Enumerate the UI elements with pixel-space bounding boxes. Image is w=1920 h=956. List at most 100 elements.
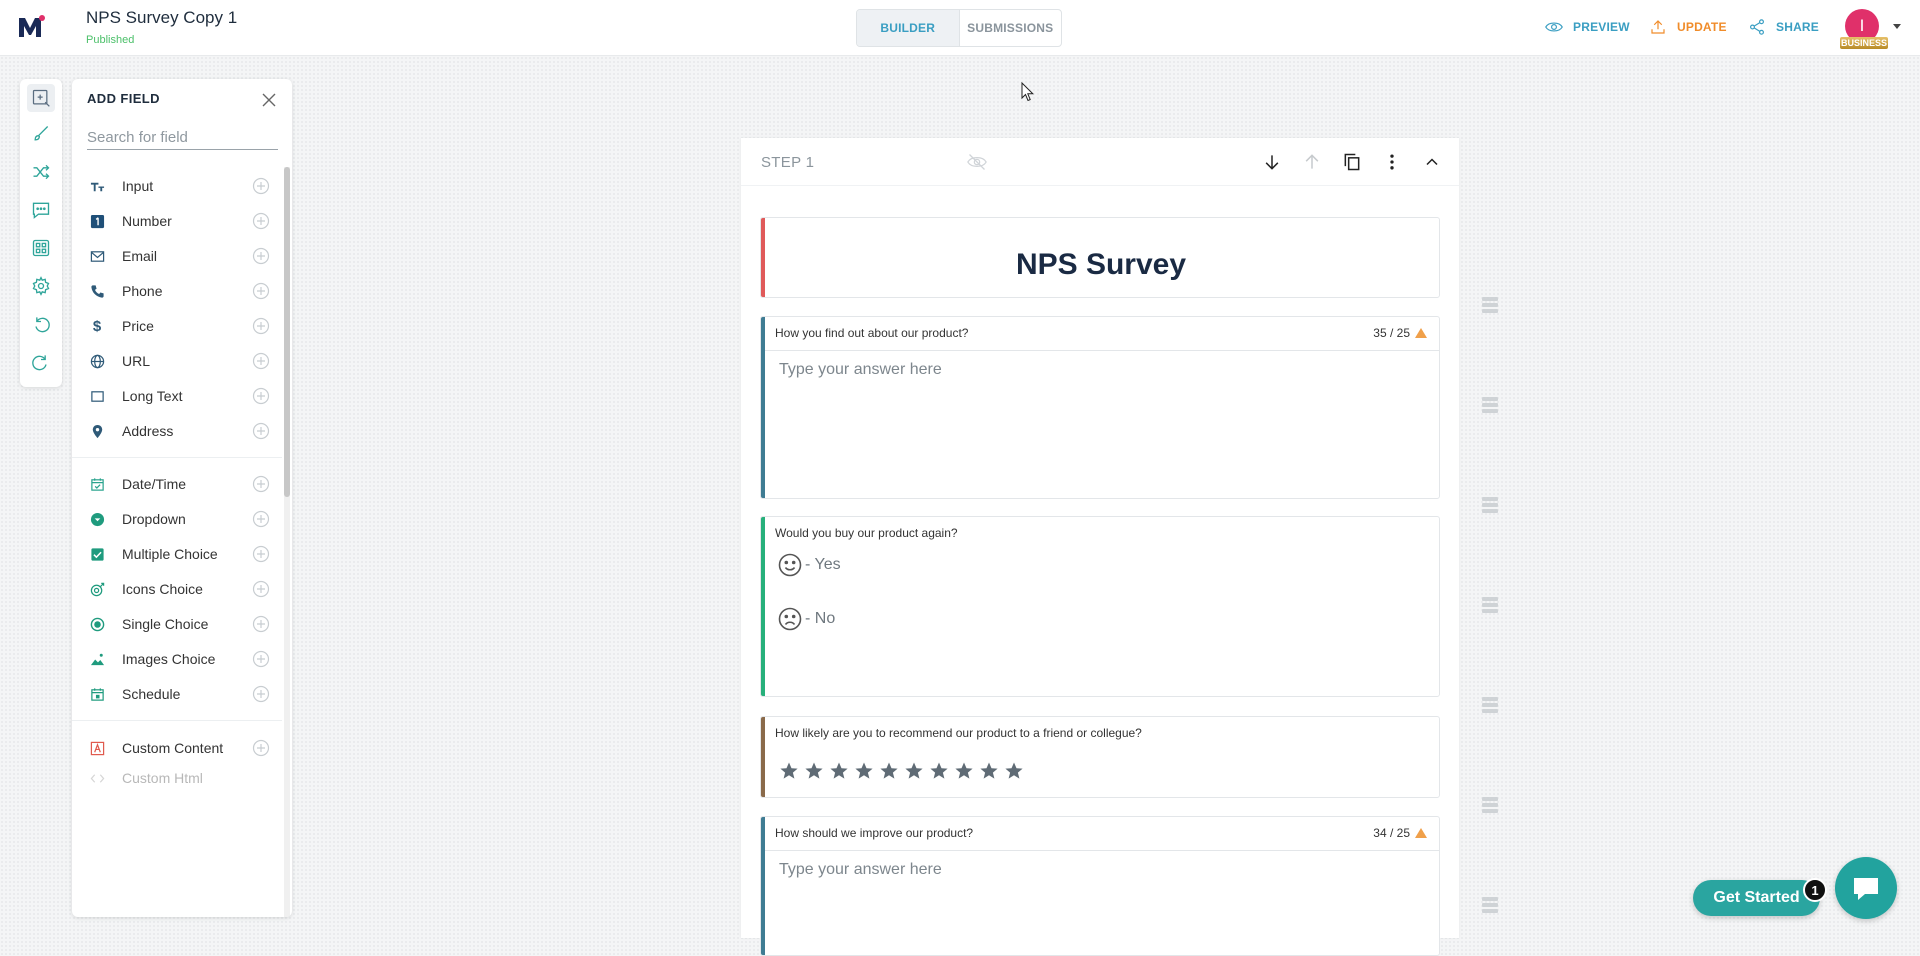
question-card[interactable]: How should we improve our product? 34 / … [760, 816, 1440, 956]
field-label: Address [122, 423, 174, 439]
plus-circle-icon[interactable] [252, 685, 270, 703]
field-item-url[interactable]: URL [72, 346, 282, 376]
plus-circle-icon[interactable] [252, 317, 270, 335]
field-item-custom-html[interactable]: Custom Html [72, 763, 282, 793]
field-item-date-time[interactable]: Date/Time [72, 469, 282, 499]
update-button[interactable]: UPDATE [1649, 18, 1727, 36]
field-item-images-choice[interactable]: Images Choice [72, 644, 282, 674]
field-item-phone[interactable]: Phone [72, 276, 282, 306]
plus-circle-icon[interactable] [252, 580, 270, 598]
add-field-panel: ADD FIELD Input Number Email Phone $ Pri… [72, 79, 292, 917]
plus-circle-icon[interactable] [252, 545, 270, 563]
star-icon[interactable] [954, 761, 974, 781]
drag-handle-icon[interactable] [1482, 396, 1498, 414]
star-icon[interactable] [804, 761, 824, 781]
tab-builder[interactable]: BUILDER [857, 10, 960, 46]
drag-handle-icon[interactable] [1482, 896, 1498, 914]
close-icon[interactable] [262, 93, 276, 107]
redo-button[interactable] [29, 350, 53, 374]
choice-option[interactable]: - No [777, 606, 835, 632]
field-item-price[interactable]: $ Price [72, 311, 282, 341]
plus-circle-icon[interactable] [252, 739, 270, 757]
logic-button[interactable] [29, 160, 53, 184]
field-item-long-text[interactable]: Long Text [72, 381, 282, 411]
share-button[interactable]: SHARE [1748, 18, 1819, 36]
star-rating[interactable] [779, 761, 1024, 781]
plus-circle-icon[interactable] [252, 247, 270, 265]
design-button[interactable] [29, 122, 53, 146]
tool-rail [20, 79, 62, 387]
move-step-down-button[interactable] [1261, 151, 1283, 173]
field-item-icons-choice[interactable]: Icons Choice [72, 574, 282, 604]
move-step-up-button[interactable] [1301, 151, 1323, 173]
app-logo[interactable] [16, 12, 46, 42]
drag-handle-icon[interactable] [1482, 296, 1498, 314]
chat-launcher-button[interactable] [1835, 857, 1897, 919]
step-more-button[interactable] [1381, 151, 1403, 173]
grid-icon [32, 239, 50, 257]
tab-submissions[interactable]: SUBMISSIONS [960, 10, 1062, 46]
integrations-button[interactable] [29, 236, 53, 260]
question-card[interactable]: Would you buy our product again? - Yes -… [760, 516, 1440, 697]
field-item-number[interactable]: Number [72, 206, 282, 236]
preview-button[interactable]: PREVIEW [1545, 18, 1630, 36]
settings-button[interactable] [29, 274, 53, 298]
field-item-multiple-choice[interactable]: Multiple Choice [72, 539, 282, 569]
plus-circle-icon[interactable] [252, 510, 270, 528]
choice-option[interactable]: - Yes [777, 552, 841, 578]
plus-circle-icon[interactable] [252, 422, 270, 440]
star-icon[interactable] [929, 761, 949, 781]
star-icon[interactable] [904, 761, 924, 781]
messages-button[interactable] [29, 198, 53, 222]
star-icon[interactable] [979, 761, 999, 781]
star-icon[interactable] [829, 761, 849, 781]
drag-handle-icon[interactable] [1482, 696, 1498, 714]
field-item-schedule[interactable]: Schedule [72, 679, 282, 709]
undo-button[interactable] [29, 312, 53, 336]
drag-handle-icon[interactable] [1482, 496, 1498, 514]
star-icon[interactable] [779, 761, 799, 781]
chat-bubble-icon [1854, 878, 1878, 900]
duplicate-step-button[interactable] [1341, 151, 1363, 173]
plus-circle-icon[interactable] [252, 615, 270, 633]
field-item-email[interactable]: Email [72, 241, 282, 271]
field-item-dropdown[interactable]: Dropdown [72, 504, 282, 534]
divider [72, 457, 282, 458]
account-menu-chevron-down-icon[interactable] [1893, 24, 1901, 29]
star-icon[interactable] [854, 761, 874, 781]
code-icon [89, 770, 105, 786]
plus-circle-icon[interactable] [252, 387, 270, 405]
field-label: Icons Choice [122, 581, 203, 597]
plus-circle-icon[interactable] [252, 282, 270, 300]
field-label: Long Text [122, 388, 183, 404]
field-item-single-choice[interactable]: Single Choice [72, 609, 282, 639]
plus-circle-icon[interactable] [252, 177, 270, 195]
form-title-card[interactable]: NPS Survey [760, 217, 1440, 298]
answer-textarea[interactable]: Type your answer here [765, 850, 1439, 955]
form-title[interactable]: NPS Survey Copy 1 [86, 8, 237, 28]
plus-circle-icon[interactable] [252, 475, 270, 493]
counter-value: 35 / 25 [1373, 326, 1410, 340]
collapse-step-button[interactable] [1421, 151, 1443, 173]
field-search-input[interactable] [87, 128, 278, 150]
drag-handle-icon[interactable] [1482, 596, 1498, 614]
plus-circle-icon[interactable] [252, 352, 270, 370]
eye-off-icon[interactable] [967, 152, 987, 172]
plus-circle-icon[interactable] [252, 212, 270, 230]
step-label[interactable]: STEP 1 [761, 154, 814, 171]
star-icon[interactable] [879, 761, 899, 781]
field-item-address[interactable]: Address [72, 416, 282, 446]
add-field-button[interactable] [27, 84, 55, 112]
panel-scrollbar-thumb[interactable] [284, 167, 290, 497]
field-item-input[interactable]: Input [72, 171, 282, 201]
answer-textarea[interactable]: Type your answer here [765, 350, 1439, 498]
star-icon[interactable] [1004, 761, 1024, 781]
get-started-button[interactable]: Get Started [1693, 880, 1820, 916]
drag-handle-icon[interactable] [1482, 796, 1498, 814]
plus-circle-icon[interactable] [252, 650, 270, 668]
question-card[interactable]: How likely are you to recommend our prod… [760, 716, 1440, 798]
question-card[interactable]: How you find out about our product? 35 /… [760, 316, 1440, 499]
field-item-custom-content[interactable]: Custom Content [72, 733, 282, 763]
builder-tabs: BUILDER SUBMISSIONS [856, 9, 1062, 47]
form-status: Published [86, 34, 135, 46]
